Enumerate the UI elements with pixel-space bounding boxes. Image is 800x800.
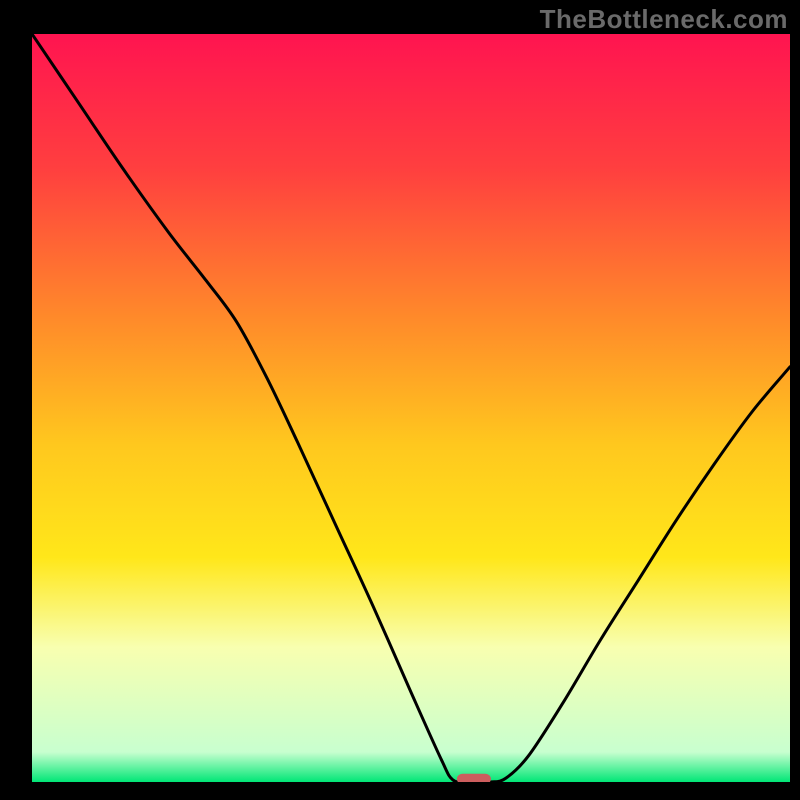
gradient-background [32,34,790,782]
chart-svg [32,34,790,782]
optimal-marker [457,774,491,782]
watermark-label: TheBottleneck.com [540,4,788,35]
plot-area [32,34,790,782]
chart-frame: TheBottleneck.com [0,0,800,800]
